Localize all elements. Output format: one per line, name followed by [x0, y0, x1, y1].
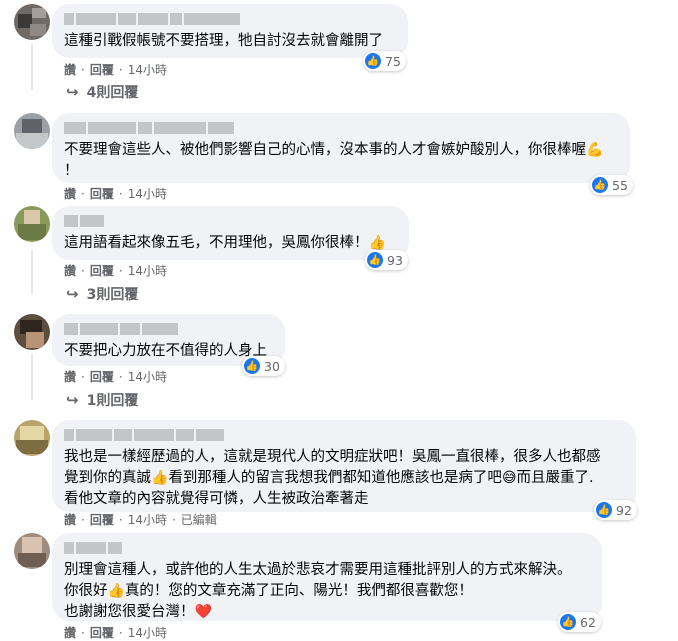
- reply-arrow-icon: ↪: [66, 285, 79, 303]
- separator-dot: ·: [118, 625, 123, 640]
- thread-line-3: [31, 354, 33, 400]
- comment-text: 不要把心力放在不值得的人身上: [64, 343, 267, 359]
- reply-button[interactable]: 回覆: [90, 511, 114, 528]
- reply-button[interactable]: 回覆: [90, 262, 114, 279]
- commenter-name[interactable]: [64, 12, 396, 26]
- reaction-count[interactable]: 👍 62: [558, 612, 601, 632]
- comment-actions: 讚 · 回覆 · 14小時: [64, 61, 167, 78]
- comment-actions: 讚 · 回覆 · 14小時: [64, 624, 167, 641]
- separator-dot: ·: [118, 263, 123, 278]
- reply-arrow-icon: ↪: [66, 83, 79, 101]
- reply-button[interactable]: 回覆: [90, 368, 114, 385]
- separator-dot: ·: [81, 186, 85, 201]
- reaction-count[interactable]: 👍 93: [365, 250, 408, 270]
- commenter-name[interactable]: [64, 541, 590, 555]
- comment-timestamp[interactable]: 14小時: [128, 624, 167, 641]
- like-button[interactable]: 讚: [64, 61, 76, 78]
- reply-arrow-icon: ↪: [66, 391, 79, 409]
- separator-dot: ·: [118, 62, 123, 77]
- comment-text: 這用語看起來像五毛，不用理他，吳鳳你很棒！👍: [64, 235, 386, 251]
- comment-bubble: 不要理會這些人、被他們影響自己的心情，沒本事的人才會嫉妒酸別人，你很棒喔💪！: [52, 113, 630, 183]
- avatar[interactable]: [14, 314, 50, 350]
- reaction-count[interactable]: 👍 75: [363, 51, 406, 71]
- separator-dot: ·: [118, 369, 123, 384]
- comment-timestamp[interactable]: 14小時: [128, 61, 167, 78]
- comment-text: 我也是一樣經歷過的人，這就是現代人的文明症狀吧！吳鳳一直很棒，很多人也都感 覺到…: [64, 449, 601, 507]
- like-button[interactable]: 讚: [64, 624, 76, 641]
- comment-timestamp[interactable]: 14小時: [128, 262, 167, 279]
- comment-bubble: 別理會這種人，或許他的人生太過於悲哀才需要用這種批評別人的方式來解決。 你很好👍…: [52, 533, 602, 621]
- comment-text: 不要理會這些人、被他們影響自己的心情，沒本事的人才會嫉妒酸別人，你很棒喔💪！: [64, 142, 604, 179]
- comment-bubble: 這用語看起來像五毛，不用理他，吳鳳你很棒！👍: [52, 206, 409, 260]
- commenter-name[interactable]: [64, 322, 273, 336]
- comment-text: 別理會這種人，或許他的人生太過於悲哀才需要用這種批評別人的方式來解決。 你很好👍…: [64, 562, 572, 620]
- reply-button[interactable]: 回覆: [90, 185, 114, 202]
- red-heart-icon: ❤️: [194, 604, 212, 620]
- separator-dot: ·: [118, 186, 123, 201]
- avatar[interactable]: [14, 206, 50, 242]
- thumbs-up-icon: 👍: [592, 177, 608, 193]
- separator-dot: ·: [81, 512, 85, 527]
- thumbs-up-emoji-icon: 👍: [151, 470, 169, 486]
- like-button[interactable]: 讚: [64, 511, 76, 528]
- edited-label[interactable]: 已編輯: [181, 511, 217, 528]
- avatar[interactable]: [14, 533, 50, 569]
- reaction-count[interactable]: 👍 30: [242, 356, 285, 376]
- thumbs-up-emoji-icon: 👍: [368, 235, 386, 251]
- comment-actions: 讚 · 回覆 · 14小時 · 已編輯: [64, 511, 217, 528]
- view-replies-link[interactable]: ↪ 4則回覆: [66, 82, 138, 102]
- thumbs-up-icon: 👍: [244, 358, 260, 374]
- thumbs-up-emoji-icon: 👍: [107, 583, 125, 599]
- avatar[interactable]: [14, 113, 50, 149]
- comment-timestamp[interactable]: 14小時: [128, 368, 167, 385]
- comment-bubble: 這種引戰假帳號不要搭理，牠自討沒去就會離開了: [52, 4, 408, 58]
- separator-dot: ·: [81, 263, 85, 278]
- comment-actions: 讚 · 回覆 · 14小時: [64, 368, 167, 385]
- separator-dot: ·: [118, 512, 123, 527]
- view-replies-link[interactable]: ↪ 1則回覆: [66, 390, 138, 410]
- reply-button[interactable]: 回覆: [90, 624, 114, 641]
- commenter-name[interactable]: [64, 121, 618, 135]
- reaction-count[interactable]: 👍 92: [594, 500, 637, 520]
- separator-dot: ·: [81, 62, 85, 77]
- avatar[interactable]: [14, 420, 50, 456]
- thread-line-2: [31, 250, 33, 294]
- reaction-count[interactable]: 👍 55: [590, 175, 633, 195]
- comment-timestamp[interactable]: 14小時: [128, 511, 167, 528]
- comment-text: 這種引戰假帳號不要搭理，牠自討沒去就會離開了: [64, 33, 383, 49]
- commenter-name[interactable]: [64, 214, 397, 228]
- sweat-smile-icon: 😅: [501, 470, 517, 486]
- comment-bubble: 我也是一樣經歷過的人，這就是現代人的文明症狀吧！吳鳳一直很棒，很多人也都感 覺到…: [52, 420, 636, 512]
- like-button[interactable]: 讚: [64, 185, 76, 202]
- thread-line-1: [31, 44, 33, 90]
- thumbs-up-icon: 👍: [365, 53, 381, 69]
- thumbs-up-icon: 👍: [596, 502, 612, 518]
- like-button[interactable]: 讚: [64, 368, 76, 385]
- separator-dot: ·: [171, 512, 176, 527]
- thumbs-up-icon: 👍: [560, 614, 576, 630]
- separator-dot: ·: [81, 625, 85, 640]
- like-button[interactable]: 讚: [64, 262, 76, 279]
- flexed-biceps-icon: 💪: [586, 142, 604, 158]
- avatar[interactable]: [14, 4, 50, 40]
- comment-actions: 讚 · 回覆 · 14小時: [64, 262, 167, 279]
- commenter-name[interactable]: [64, 428, 624, 442]
- reply-button[interactable]: 回覆: [90, 61, 114, 78]
- comment-actions: 讚 · 回覆 · 14小時: [64, 185, 167, 202]
- thumbs-up-icon: 👍: [367, 252, 383, 268]
- view-replies-link[interactable]: ↪ 3則回覆: [66, 284, 138, 304]
- comment-timestamp[interactable]: 14小時: [128, 185, 167, 202]
- separator-dot: ·: [81, 369, 85, 384]
